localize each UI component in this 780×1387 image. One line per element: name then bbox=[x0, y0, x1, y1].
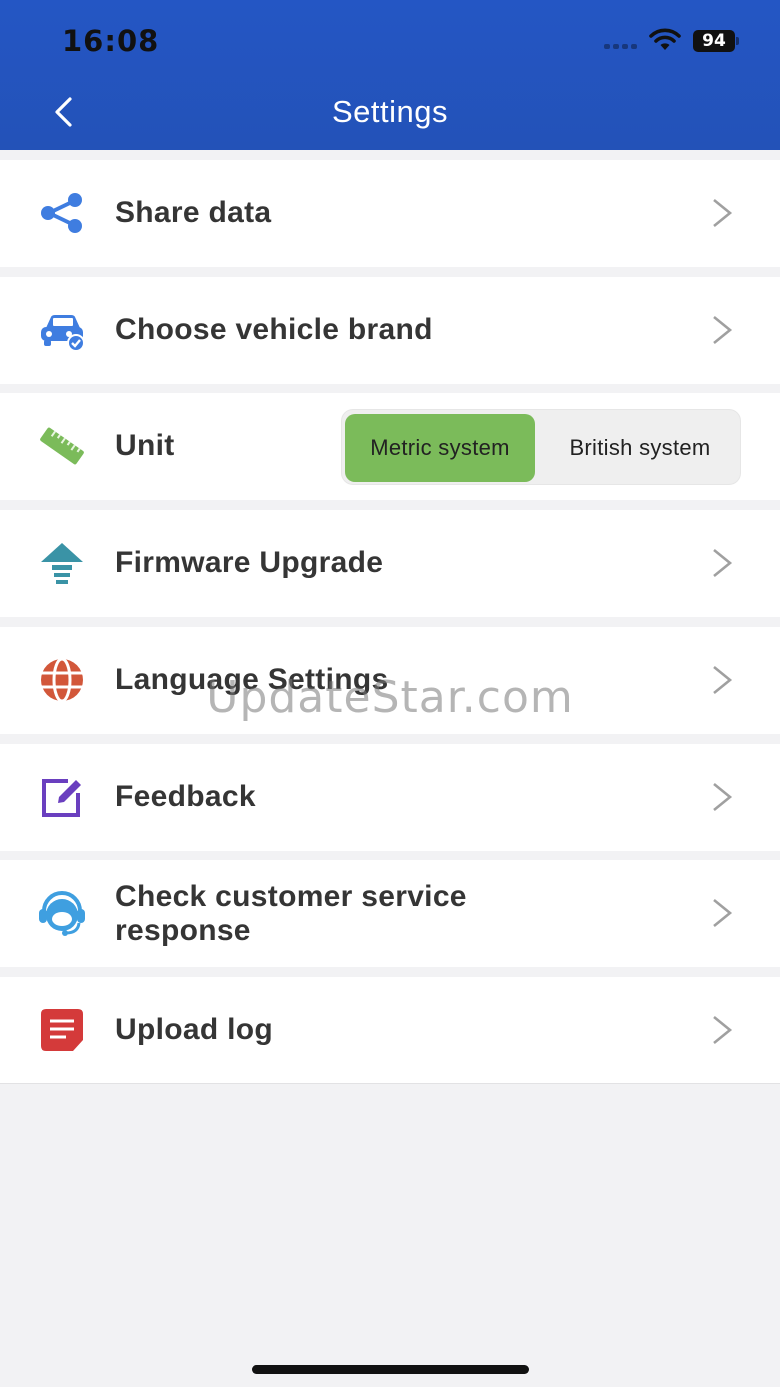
settings-item-firmware-upgrade[interactable]: Firmware Upgrade bbox=[0, 510, 780, 617]
settings-item-label: Feedback bbox=[115, 780, 256, 813]
car-icon bbox=[38, 306, 86, 354]
wifi-icon bbox=[648, 28, 682, 52]
settings-item-vehicle-brand[interactable]: Choose vehicle brand bbox=[0, 277, 780, 384]
home-indicator bbox=[252, 1365, 529, 1374]
settings-item-label: Check customer service response bbox=[115, 880, 467, 948]
share-icon bbox=[38, 189, 86, 237]
settings-item-feedback[interactable]: Feedback bbox=[0, 744, 780, 851]
chevron-right-icon bbox=[708, 895, 738, 931]
settings-item-label: Unit bbox=[115, 429, 175, 462]
page-title: Settings bbox=[331, 94, 448, 129]
edit-icon bbox=[38, 773, 86, 821]
settings-item-label-line1: Check customer service bbox=[115, 880, 467, 913]
document-icon bbox=[38, 1006, 86, 1054]
settings-item-label-line2: response bbox=[115, 914, 251, 947]
settings-item-share-data[interactable]: Share data bbox=[0, 160, 780, 267]
chevron-right-icon bbox=[708, 195, 738, 231]
upgrade-arrow-icon bbox=[38, 539, 86, 587]
settings-item-label: Firmware Upgrade bbox=[115, 546, 384, 579]
chevron-right-icon bbox=[708, 312, 738, 348]
battery-level: 94 bbox=[693, 30, 735, 52]
unit-segmented-control[interactable]: Metric system British system bbox=[341, 409, 741, 485]
headset-icon bbox=[38, 889, 86, 937]
app-header: 16:08 94 Settings bbox=[0, 0, 780, 150]
settings-item-label: Upload log bbox=[115, 1013, 273, 1046]
settings-item-label: Choose vehicle brand bbox=[115, 313, 433, 346]
settings-item-upload-log[interactable]: Upload log bbox=[0, 977, 780, 1084]
watermark: UpdateStar.com bbox=[206, 672, 574, 723]
status-bar: 16:08 94 bbox=[0, 0, 780, 80]
battery-icon: 94 bbox=[693, 30, 739, 52]
chevron-right-icon bbox=[708, 545, 738, 581]
settings-item-label: Share data bbox=[115, 196, 272, 229]
cellular-signal-icon bbox=[604, 44, 640, 50]
settings-item-customer-service[interactable]: Check customer service response bbox=[0, 860, 780, 967]
metric-system-option[interactable]: Metric system bbox=[345, 414, 535, 482]
chevron-right-icon bbox=[708, 779, 738, 815]
chevron-right-icon bbox=[708, 1012, 738, 1048]
ruler-icon bbox=[38, 422, 86, 470]
british-system-option[interactable]: British system bbox=[542, 414, 738, 482]
status-time: 16:08 bbox=[62, 24, 160, 58]
